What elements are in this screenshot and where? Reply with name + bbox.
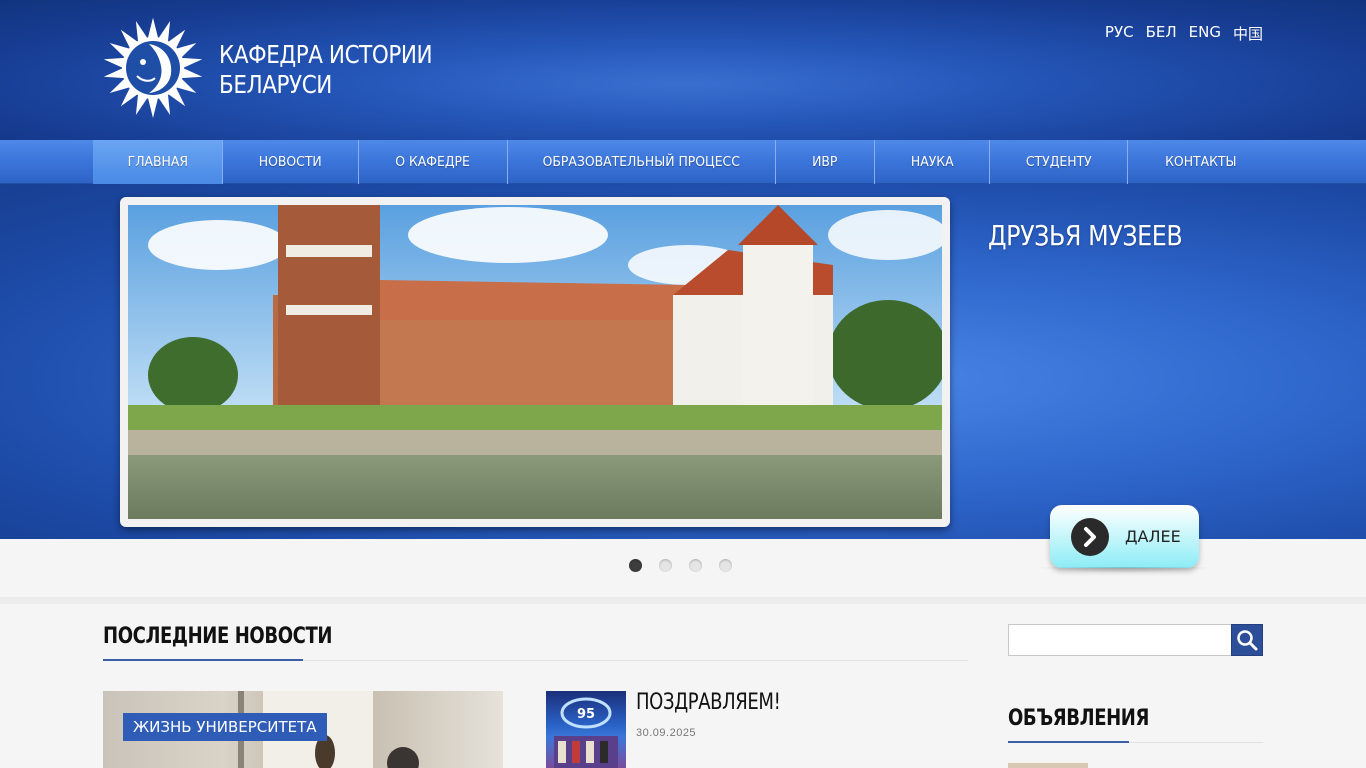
news-category-tag[interactable]: ЖИЗНЬ УНИВЕРСИТЕТА: [123, 713, 327, 741]
slider-dots: [629, 559, 732, 572]
announcement-thumbnail[interactable]: [1008, 763, 1088, 768]
latest-news-heading: ПОСЛЕДНИЕ НОВОСТИ: [103, 624, 333, 649]
nav-label: НОВОСТИ: [259, 154, 322, 170]
language-switcher: РУС БЕЛ ENG 中国: [1105, 23, 1263, 44]
lang-ru[interactable]: РУС: [1105, 23, 1134, 44]
site-header: КАФЕДРА ИСТОРИИ БЕЛАРУСИ РУС БЕЛ ENG 中国: [0, 0, 1366, 140]
nav-item-science[interactable]: НАУКА: [875, 140, 990, 184]
announcements-heading: ОБЪЯВЛЕНИЯ: [1008, 706, 1149, 731]
svg-text:95: 95: [577, 707, 595, 722]
news-item-title[interactable]: ПОЗДРАВЛЯЕМ!: [636, 690, 781, 715]
nav-label: НАУКА: [910, 154, 954, 170]
more-button-label: ДАЛЕЕ: [1125, 527, 1181, 546]
search-input[interactable]: [1008, 624, 1232, 656]
site-title-line-1: КАФЕДРА ИСТОРИИ: [219, 40, 433, 69]
nav-item-about[interactable]: О КАФЕДРЕ: [359, 140, 508, 184]
search-icon: [1237, 630, 1258, 651]
hero-slider: ДРУЗЬЯ МУЗЕЕВ: [0, 184, 1366, 539]
anniversary-95-photo[interactable]: 95: [546, 691, 626, 768]
slider-dot-1[interactable]: [629, 559, 642, 572]
lang-en[interactable]: ENG: [1189, 23, 1221, 44]
news-item-date: 30.09.2025: [636, 727, 697, 739]
slider-dot-4[interactable]: [719, 559, 732, 572]
nav-label: ИВР: [812, 154, 838, 170]
section-divider: [0, 597, 1366, 604]
nav-item-education[interactable]: ОБРАЗОВАТЕЛЬНЫЙ ПРОЦЕСС: [508, 140, 776, 184]
search-button[interactable]: [1231, 624, 1263, 656]
nav-label: ГЛАВНАЯ: [127, 154, 188, 170]
chevron-right-icon: [1071, 518, 1109, 556]
button-shadow: [1035, 567, 1215, 573]
main-nav: ГЛАВНАЯ НОВОСТИ О КАФЕДРЕ ОБРАЗОВАТЕЛЬНЫ…: [0, 140, 1366, 184]
site-title[interactable]: КАФЕДРА ИСТОРИИ БЕЛАРУСИ: [219, 40, 433, 100]
news-heading-underline: [103, 659, 303, 661]
nav-item-home[interactable]: ГЛАВНАЯ: [93, 140, 223, 184]
slider-dot-2[interactable]: [659, 559, 672, 572]
slide-title[interactable]: ДРУЗЬЯ МУЗЕЕВ: [988, 219, 1183, 252]
slide-image-frame[interactable]: [120, 197, 950, 527]
mir-castle-photo: [128, 205, 942, 519]
nav-label: СТУДЕНТУ: [1025, 154, 1092, 170]
site-title-line-2: БЕЛАРУСИ: [219, 70, 332, 99]
nav-label: КОНТАКТЫ: [1164, 154, 1237, 170]
nav-item-news[interactable]: НОВОСТИ: [223, 140, 359, 184]
lang-zh[interactable]: 中国: [1233, 23, 1263, 44]
slider-dot-3[interactable]: [689, 559, 702, 572]
nav-item-ivr[interactable]: ИВР: [776, 140, 875, 184]
nav-label: О КАФЕДРЕ: [395, 154, 471, 170]
sun-face-emblem-icon[interactable]: [103, 18, 203, 120]
lang-be[interactable]: БЕЛ: [1146, 23, 1177, 44]
nav-item-contacts[interactable]: КОНТАКТЫ: [1128, 140, 1273, 184]
announcements-heading-underline: [1008, 741, 1129, 743]
more-button[interactable]: ДАЛЕЕ: [1050, 505, 1199, 568]
nav-item-student[interactable]: СТУДЕНТУ: [990, 140, 1128, 184]
nav-label: ОБРАЗОВАТЕЛЬНЫЙ ПРОЦЕСС: [542, 154, 741, 170]
